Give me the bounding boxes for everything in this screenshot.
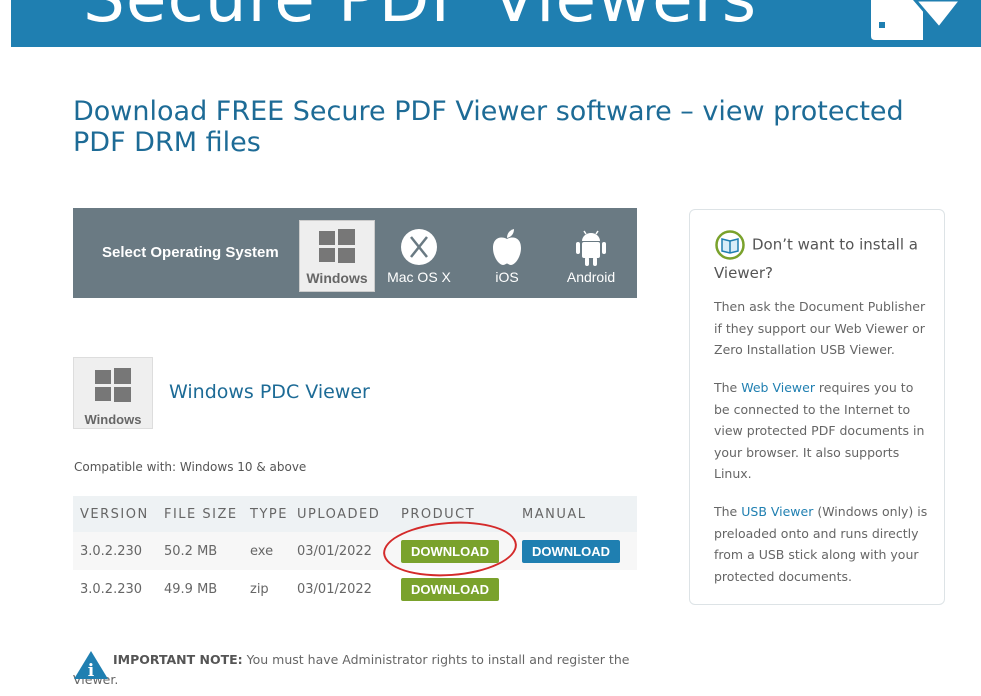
cell-manual	[515, 570, 637, 608]
page-title: Download FREE Secure PDF Viewer software…	[73, 96, 904, 158]
header-banner: Secure PDF Viewers	[11, 0, 981, 47]
sidebar-text: The	[714, 380, 742, 395]
cell-type: exe	[243, 532, 290, 570]
download-product-button[interactable]: DOWNLOAD	[401, 539, 499, 563]
os-option-mac[interactable]: Mac OS X	[381, 220, 457, 292]
sidebar-box: Don’t want to install a Viewer? Then ask…	[689, 209, 945, 605]
cell-uploaded: 03/01/2022	[297, 581, 372, 597]
cell-product: DOWNLOAD	[394, 570, 515, 608]
book-icon	[715, 230, 745, 260]
cell-version: 3.0.2.230	[73, 532, 157, 570]
sidebar-text: The	[714, 504, 742, 519]
product-title: Windows PDC Viewer	[169, 381, 370, 403]
sidebar-heading: Don’t want to install a Viewer?	[714, 230, 929, 286]
download-manual-button[interactable]: DOWNLOAD	[522, 539, 620, 563]
table-header-row: VERSION FILE SIZE TYPE UPLOADED PRODUCT …	[73, 496, 637, 532]
col-header-uploaded: UPLOADED	[290, 496, 394, 532]
cell-uploaded: 03/01/2022	[290, 532, 394, 570]
download-product-button[interactable]: DOWNLOAD	[401, 577, 499, 601]
cell-file-size: 50.2 MB	[157, 532, 243, 570]
cell-product: DOWNLOAD	[394, 532, 515, 570]
os-option-label: Windows	[306, 270, 368, 286]
note-text: IMPORTANT NOTE: You must have Administra…	[73, 650, 633, 690]
cell-type: zip	[250, 581, 269, 597]
info-warning-icon: i	[74, 651, 108, 680]
os-option-ios[interactable]: iOS	[469, 220, 545, 292]
cell-file-size: 49.9 MB	[164, 581, 218, 597]
banner-title: Secure PDF Viewers	[83, 0, 757, 37]
os-option-label: iOS	[495, 269, 519, 285]
windows-icon	[319, 229, 355, 263]
sidebar-text: requires you to be connected to the Inte…	[714, 380, 925, 481]
sidebar-paragraph-web: The Web Viewer requires you to be connec…	[714, 377, 929, 485]
col-header-version: VERSION	[73, 496, 157, 532]
os-selector-label: Select Operating System	[102, 244, 279, 261]
os-selector: Select Operating System Windows Mac OS X	[73, 208, 637, 298]
note-label: IMPORTANT NOTE:	[113, 652, 243, 667]
cell-version: 3.0.2.230	[80, 581, 143, 597]
sidebar-paragraph-usb: The USB Viewer (Windows only) is preload…	[714, 501, 929, 587]
os-option-label: Mac OS X	[387, 269, 451, 285]
android-icon	[576, 230, 606, 266]
product-icon-label: Windows	[84, 412, 142, 427]
download-table: VERSION FILE SIZE TYPE UPLOADED PRODUCT …	[73, 496, 637, 608]
document-download-icon	[871, 0, 963, 40]
col-header-manual: MANUAL	[515, 496, 637, 532]
usb-viewer-link[interactable]: USB Viewer	[741, 504, 813, 519]
windows-icon	[95, 368, 131, 402]
product-os-icon: Windows	[73, 357, 153, 429]
table-row: 3.0.2.230 49.9 MB zip 03/01/2022 DOWNLOA…	[73, 570, 637, 608]
os-option-label: Android	[566, 269, 616, 285]
important-note: i IMPORTANT NOTE: You must have Administ…	[73, 650, 633, 690]
col-header-type: TYPE	[243, 496, 290, 532]
col-header-product: PRODUCT	[394, 496, 515, 532]
os-option-windows[interactable]: Windows	[299, 220, 375, 292]
apple-icon	[493, 229, 521, 265]
os-option-android[interactable]: Android	[553, 220, 629, 292]
cell-manual: DOWNLOAD	[515, 532, 637, 570]
compatibility-text: Compatible with: Windows 10 & above	[74, 460, 307, 474]
mac-os-x-icon	[401, 229, 437, 265]
col-header-file-size: FILE SIZE	[157, 496, 243, 532]
table-row: 3.0.2.230 50.2 MB exe 03/01/2022 DOWNLOA…	[73, 532, 637, 570]
svg-text:i: i	[88, 661, 95, 680]
web-viewer-link[interactable]: Web Viewer	[741, 380, 815, 395]
sidebar-paragraph: Then ask the Document Publisher if they …	[714, 299, 926, 357]
